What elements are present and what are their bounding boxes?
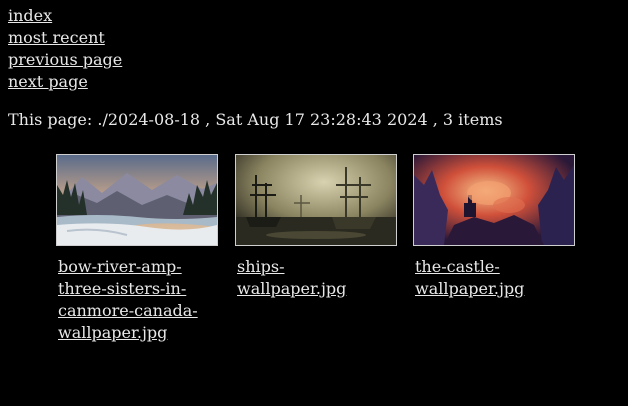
nav-links: index most recent previous page next pag…	[8, 5, 122, 93]
caption-link-bow-river[interactable]: bow-river-amp-three-sisters-in-canmore-c…	[58, 256, 214, 344]
caption-link-ships[interactable]: ships-wallpaper.jpg	[237, 256, 393, 300]
gallery-item: ships-wallpaper.jpg	[235, 154, 397, 300]
previous-page-link[interactable]: previous page	[8, 49, 122, 71]
page-info: This page: ./2024-08-18 , Sat Aug 17 23:…	[8, 110, 503, 129]
thumbnail-castle[interactable]	[413, 154, 575, 246]
caption-link-castle[interactable]: the-castle-wallpaper.jpg	[415, 256, 571, 300]
next-page-link[interactable]: next page	[8, 71, 122, 93]
thumbnail-ships[interactable]	[235, 154, 397, 246]
mountain-river-thumbnail-image	[57, 155, 217, 245]
gallery-item: bow-river-amp-three-sisters-in-canmore-c…	[56, 154, 218, 344]
ships-thumbnail-image	[236, 155, 396, 245]
gallery-item: the-castle-wallpaper.jpg	[413, 154, 575, 300]
thumbnail-bow-river[interactable]	[56, 154, 218, 246]
castle-thumbnail-image	[414, 155, 574, 245]
most-recent-link[interactable]: most recent	[8, 27, 122, 49]
index-link[interactable]: index	[8, 5, 122, 27]
